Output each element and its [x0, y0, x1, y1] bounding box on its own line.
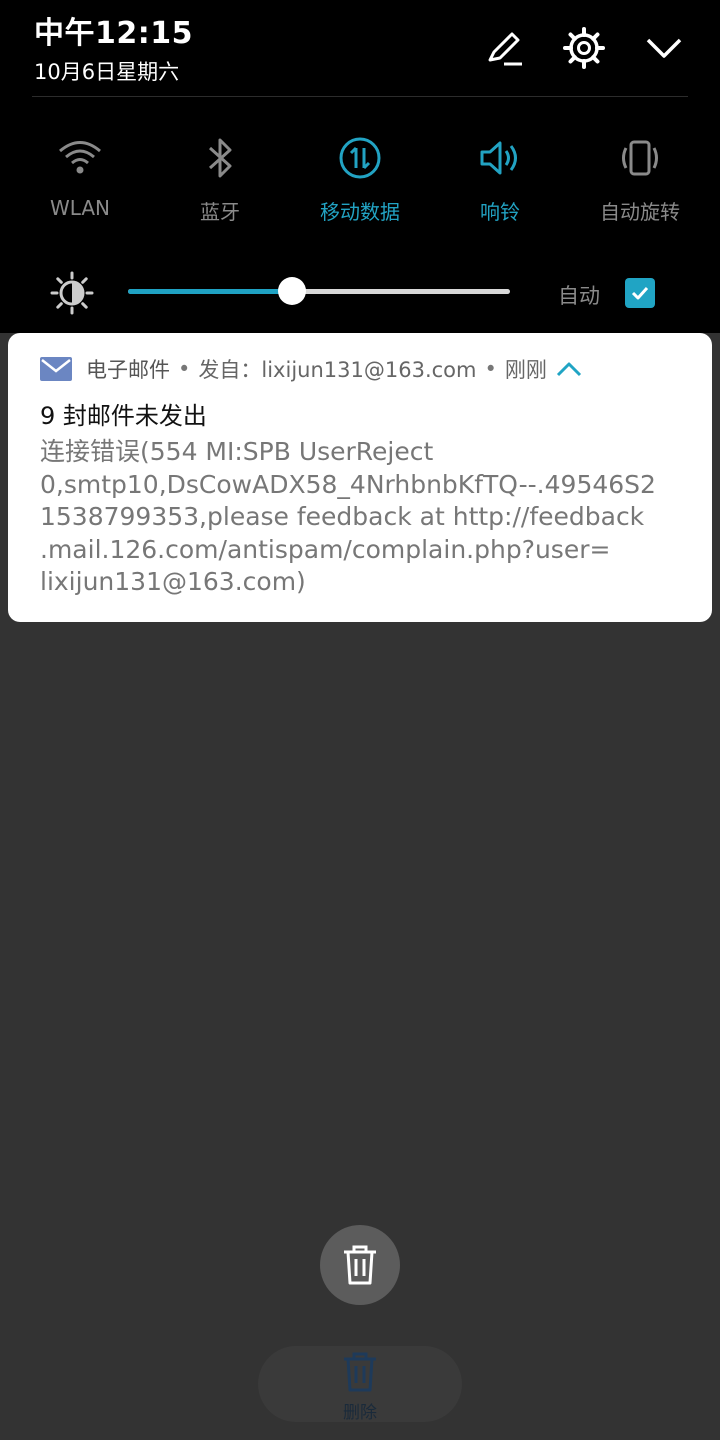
tile-auto-rotate[interactable]: 自动旋转 — [570, 134, 710, 234]
tile-bluetooth-label: 蓝牙 — [200, 200, 240, 224]
settings-gear-icon — [563, 27, 605, 69]
notification-shade: 中午12:15 10月6日星期六 WLAN 蓝牙 移动数据 响铃 自动旋转 自动 — [0, 0, 720, 333]
header-divider — [32, 96, 688, 97]
notification-sender: 发自：lixijun131@163.com — [198, 358, 477, 382]
clear-all-notifications-button[interactable] — [320, 1225, 400, 1305]
edit-tiles-button[interactable] — [478, 22, 530, 74]
date-label: 10月6日星期六 — [34, 60, 180, 84]
email-notification-card[interactable]: 电子邮件 • 发自：lixijun131@163.com • 刚刚 9 封邮件未… — [8, 333, 712, 622]
notification-app-name: 电子邮件 — [86, 358, 170, 382]
tile-ringer[interactable]: 响铃 — [430, 134, 570, 234]
tile-mobile-data[interactable]: 移动数据 — [290, 134, 430, 234]
settings-button[interactable] — [558, 22, 610, 74]
delete-dock[interactable]: 删除 — [258, 1346, 462, 1423]
trash-icon — [344, 1352, 376, 1392]
brightness-slider-thumb[interactable] — [278, 277, 307, 305]
trash-icon — [344, 1245, 376, 1285]
header-separator: • — [484, 357, 497, 381]
bluetooth-icon — [208, 138, 232, 178]
ringer-icon — [480, 141, 517, 175]
edit-icon — [488, 32, 522, 66]
notification-header: 电子邮件 • 发自：lixijun131@163.com • 刚刚 — [40, 353, 583, 385]
tile-bluetooth[interactable]: 蓝牙 — [150, 134, 290, 234]
mobile-data-icon — [339, 137, 381, 179]
brightness-icon — [50, 271, 94, 315]
auto-brightness-checkbox[interactable] — [625, 278, 655, 308]
collapse-chevron-icon — [646, 38, 682, 58]
auto-rotate-icon — [622, 140, 658, 176]
brightness-slider-fill — [128, 289, 293, 294]
auto-brightness-label: 自动 — [558, 284, 600, 308]
wifi-icon — [59, 141, 101, 174]
tile-ringer-label: 响铃 — [480, 200, 520, 224]
tile-mobile-data-label: 移动数据 — [320, 200, 400, 224]
collapse-shade-button[interactable] — [638, 22, 690, 74]
header-separator: • — [178, 357, 191, 381]
tile-wlan[interactable]: WLAN — [10, 134, 150, 234]
tile-wlan-label: WLAN — [49, 196, 111, 220]
clock-time: 中午12:15 — [34, 16, 193, 51]
chevron-up-icon — [556, 362, 581, 377]
delete-label: 删除 — [343, 1403, 377, 1423]
checkmark-icon — [631, 286, 649, 300]
notification-title: 9 封邮件未发出 — [40, 402, 207, 430]
collapse-notification-button[interactable] — [555, 359, 583, 379]
brightness-slider[interactable] — [128, 277, 510, 305]
notification-time: 刚刚 — [504, 358, 547, 382]
mail-envelope-icon — [40, 357, 72, 381]
tile-auto-rotate-label: 自动旋转 — [600, 200, 680, 224]
notification-body: 连接错误(554 MI:SPB UserReject 0,smtp10,DsCo… — [40, 437, 656, 596]
